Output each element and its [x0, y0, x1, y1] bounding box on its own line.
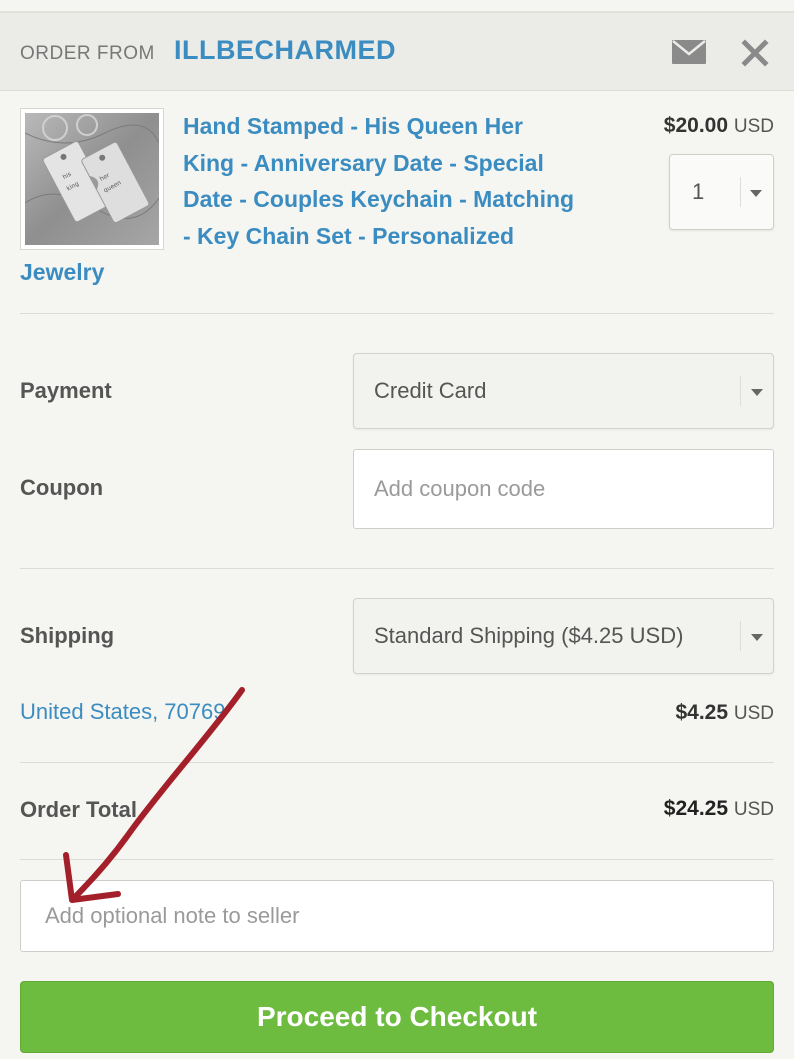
shipping-selected-value: Standard Shipping ($4.25 USD)	[374, 623, 684, 648]
coupon-label: Coupon	[20, 475, 104, 500]
item-price: $20.00 USD	[664, 114, 774, 138]
select-divider	[740, 621, 741, 651]
quantity-value: 1	[692, 179, 705, 204]
item-title-line: King - Anniversary Date - Special	[183, 149, 544, 176]
payment-label: Payment	[20, 378, 112, 403]
mail-icon[interactable]	[672, 40, 706, 64]
close-icon[interactable]	[740, 38, 770, 68]
order-total: $24.25 USD	[664, 797, 774, 821]
item-price-amount: $20.00	[663, 114, 729, 137]
coupon-input[interactable]	[353, 449, 774, 529]
shipping-cost-currency: USD	[733, 703, 774, 724]
select-divider	[740, 177, 741, 207]
order-total-amount: $24.25	[663, 797, 729, 820]
chevron-down-icon	[751, 634, 763, 641]
select-divider	[740, 376, 741, 406]
order-header: ORDER FROM ILLBECHARMED	[0, 13, 794, 91]
item-price-currency: USD	[733, 116, 774, 137]
shop-name-link[interactable]: ILLBECHARMED	[174, 35, 396, 66]
chevron-down-icon	[750, 190, 762, 197]
item-title-line: - Key Chain Set - Personalized	[183, 222, 515, 249]
section-divider	[20, 313, 774, 314]
quantity-select[interactable]: 1	[669, 154, 774, 230]
item-title-line: Hand Stamped - His Queen Her	[183, 113, 523, 139]
item-title-line: Date - Couples Keychain - Matching	[183, 186, 575, 212]
payment-selected-value: Credit Card	[374, 378, 487, 403]
shipping-cost-amount: $4.25	[675, 701, 729, 724]
keychain-photo-icon: his king her queen	[25, 113, 159, 245]
shipping-select[interactable]: Standard Shipping ($4.25 USD)	[353, 598, 774, 674]
shipping-label: Shipping	[20, 623, 115, 648]
order-total-currency: USD	[733, 799, 774, 820]
order-from-label: ORDER FROM	[20, 43, 155, 64]
section-divider	[20, 762, 774, 763]
proceed-to-checkout-button[interactable]: Proceed to Checkout	[20, 981, 774, 1053]
section-divider	[20, 568, 774, 569]
payment-select[interactable]: Credit Card	[353, 353, 774, 429]
item-title-line: Jewelry	[20, 259, 105, 285]
shipping-location-link[interactable]: United States, 70769	[20, 699, 225, 725]
item-thumbnail[interactable]: his king her queen	[20, 108, 164, 250]
note-to-seller-input[interactable]	[20, 880, 774, 952]
section-divider	[20, 859, 774, 860]
shipping-cost: $4.25 USD	[675, 701, 774, 725]
order-total-label: Order Total	[20, 797, 137, 822]
chevron-down-icon	[751, 389, 763, 396]
